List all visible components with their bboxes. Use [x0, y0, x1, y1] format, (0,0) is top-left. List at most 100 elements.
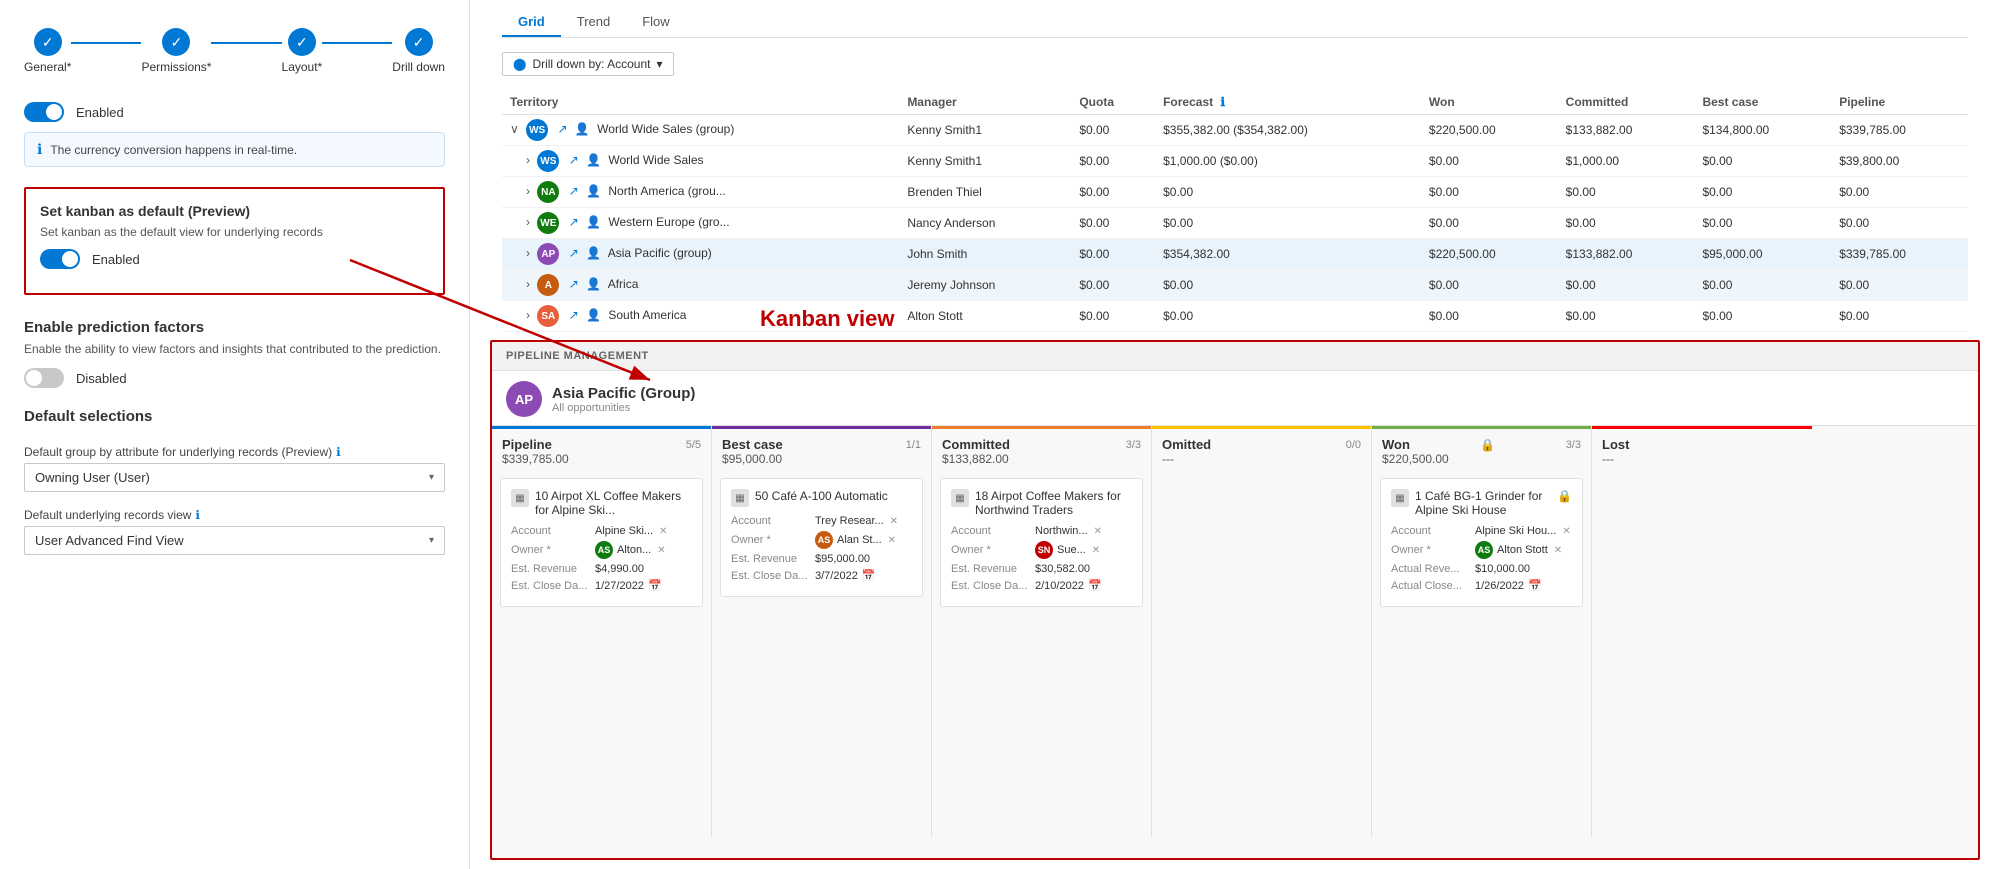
link-icon[interactable]: ↗ — [569, 246, 579, 260]
person-icon[interactable]: 👤 — [586, 184, 601, 198]
cell-pipeline: $0.00 — [1831, 270, 1968, 301]
right-grid-panel: Grid Trend Flow ⬤ Drill down by: Account… — [490, 0, 1980, 332]
kanban-card[interactable]: ▦ 10 Airpot XL Coffee Makers for Alpine … — [500, 478, 703, 607]
row-avatar: NA — [537, 181, 559, 203]
col-title-committed: Committed — [942, 437, 1010, 452]
expand-btn[interactable]: › — [526, 277, 530, 291]
card-field-close: Est. Close Da... 1/27/2022 📅 — [511, 579, 692, 592]
expand-btn[interactable]: › — [526, 246, 530, 260]
expand-btn[interactable]: › — [526, 215, 530, 229]
card-title: ▦ 50 Café A-100 Automatic — [731, 489, 912, 507]
expand-btn[interactable]: › — [526, 308, 530, 322]
cell-forecast: $354,382.00 — [1155, 239, 1421, 270]
col-cards-lost — [1592, 472, 1812, 836]
kanban-toggle-row: Enabled — [40, 249, 429, 269]
step-line-2 — [211, 42, 281, 44]
table-row: › A ↗ 👤 Africa — [502, 270, 899, 301]
calendar-icon[interactable]: 📅 — [862, 569, 876, 582]
kanban-card[interactable]: ▦ 1 Café BG-1 Grinder for Alpine Ski Hou… — [1380, 478, 1583, 607]
link-icon[interactable]: ↗ — [569, 184, 579, 198]
kanban-col-pipeline: Pipeline 5/5 $339,785.00 ▦ 10 Airpot XL … — [492, 426, 712, 836]
default-selections-section: Default selections Default group by attr… — [24, 408, 445, 555]
cell-won: $0.00 — [1421, 301, 1558, 332]
remove-account-btn[interactable]: ✕ — [1562, 526, 1570, 537]
remove-account-btn[interactable]: ✕ — [1094, 526, 1102, 537]
expand-btn[interactable]: › — [526, 184, 530, 198]
calendar-icon[interactable]: 📅 — [1088, 579, 1102, 592]
step-general-circle: ✓ — [34, 28, 62, 56]
col-pipeline: Pipeline — [1831, 90, 1968, 115]
person-icon[interactable]: 👤 — [586, 277, 601, 291]
col-territory: Territory — [502, 90, 899, 115]
card-type-icon: ▦ — [731, 489, 749, 507]
table-row: › WE ↗ 👤 Western Europe (gro... — [502, 208, 899, 239]
link-icon[interactable]: ↗ — [569, 153, 579, 167]
group-attr-value: Owning User (User) — [35, 470, 150, 485]
person-icon[interactable]: 👤 — [586, 246, 601, 260]
remove-owner-btn[interactable]: ✕ — [888, 535, 896, 546]
person-icon[interactable]: 👤 — [575, 122, 590, 136]
link-icon[interactable]: ↗ — [569, 277, 579, 291]
kanban-default-toggle[interactable] — [40, 249, 80, 269]
col-count-won: 3/3 — [1566, 439, 1581, 451]
remove-account-btn[interactable]: ✕ — [659, 526, 667, 537]
tab-trend[interactable]: Trend — [561, 8, 626, 37]
col-amount-bestcase: $95,000.00 — [722, 452, 921, 466]
step-general-label: General* — [24, 60, 71, 74]
person-icon[interactable]: 👤 — [586, 308, 601, 322]
cell-forecast: $0.00 — [1155, 301, 1421, 332]
cell-quota: $0.00 — [1071, 115, 1155, 146]
cell-won: $0.00 — [1421, 208, 1558, 239]
step-permissions: ✓ Permissions* — [141, 28, 211, 74]
col-cards-bestcase: ▦ 50 Café A-100 Automatic Account Trey R… — [712, 472, 931, 836]
remove-owner-btn[interactable]: ✕ — [657, 545, 665, 556]
remove-owner-btn[interactable]: ✕ — [1554, 545, 1562, 556]
link-icon[interactable]: ↗ — [557, 122, 567, 136]
remove-account-btn[interactable]: ✕ — [890, 516, 898, 527]
expand-btn[interactable]: ∨ — [510, 122, 519, 136]
cell-committed: $133,882.00 — [1558, 239, 1695, 270]
col-meta-bestcase: Best case 1/1 — [722, 437, 921, 452]
tab-grid[interactable]: Grid — [502, 8, 561, 37]
card-field-close: Actual Close... 1/26/2022 📅 — [1391, 579, 1572, 592]
kanban-title-row: AP Asia Pacific (Group) All opportunitie… — [492, 371, 1978, 426]
records-view-dropdown[interactable]: User Advanced Find View ▾ — [24, 526, 445, 555]
row-avatar: SA — [537, 305, 559, 327]
kanban-card[interactable]: ▦ 18 Airpot Coffee Makers for Northwind … — [940, 478, 1143, 607]
card-field-owner: Owner * AS Alton Stott ✕ — [1391, 541, 1572, 559]
cell-won: $220,500.00 — [1421, 239, 1558, 270]
person-icon[interactable]: 👤 — [586, 215, 601, 229]
col-count-committed: 3/3 — [1126, 439, 1141, 451]
col-committed: Committed — [1558, 90, 1695, 115]
card-title: ▦ 10 Airpot XL Coffee Makers for Alpine … — [511, 489, 692, 517]
prediction-desc: Enable the ability to view factors and i… — [24, 342, 445, 356]
col-meta-omitted: Omitted 0/0 — [1162, 437, 1361, 452]
step-permissions-circle: ✓ — [162, 28, 190, 56]
tab-flow[interactable]: Flow — [626, 8, 685, 37]
step-drilldown-circle: ✓ — [405, 28, 433, 56]
kanban-col-won: Won 🔒 3/3 $220,500.00 ▦ 1 Café BG-1 Grin… — [1372, 426, 1592, 836]
prediction-toggle[interactable] — [24, 368, 64, 388]
link-icon[interactable]: ↗ — [569, 308, 579, 322]
drill-down-button[interactable]: ⬤ Drill down by: Account ▾ — [502, 52, 674, 76]
forecast-info-icon: ℹ — [1220, 95, 1225, 109]
kanban-group-title: Asia Pacific (Group) — [552, 385, 695, 402]
expand-btn[interactable]: › — [526, 153, 530, 167]
cell-quota: $0.00 — [1071, 270, 1155, 301]
calendar-icon[interactable]: 📅 — [1528, 579, 1542, 592]
cell-pipeline: $0.00 — [1831, 301, 1968, 332]
calendar-icon[interactable]: 📅 — [648, 579, 662, 592]
link-icon[interactable]: ↗ — [569, 215, 579, 229]
enabled-toggle[interactable] — [24, 102, 64, 122]
cell-forecast: $0.00 — [1155, 177, 1421, 208]
card-title: ▦ 1 Café BG-1 Grinder for Alpine Ski Hou… — [1391, 489, 1572, 517]
kanban-card[interactable]: ▦ 50 Café A-100 Automatic Account Trey R… — [720, 478, 923, 597]
card-field-account: Account Trey Resear... ✕ — [731, 515, 912, 527]
col-title-won: Won — [1382, 437, 1410, 452]
group-attr-dropdown[interactable]: Owning User (User) ▾ — [24, 463, 445, 492]
remove-owner-btn[interactable]: ✕ — [1092, 545, 1100, 556]
cell-bestcase: $134,800.00 — [1694, 115, 1831, 146]
group-attr-label: Default group by attribute for underlyin… — [24, 445, 445, 459]
person-icon[interactable]: 👤 — [586, 153, 601, 167]
card-title: ▦ 18 Airpot Coffee Makers for Northwind … — [951, 489, 1132, 517]
